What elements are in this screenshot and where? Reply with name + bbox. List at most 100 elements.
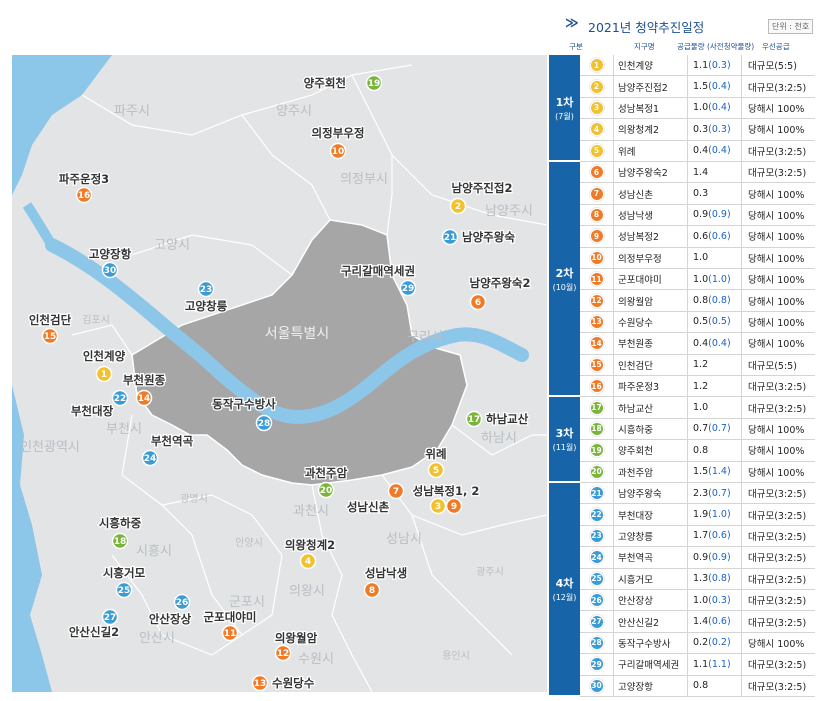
supply-qty: 0.7 (693, 423, 709, 435)
paren-close: ) (726, 102, 731, 114)
row-number-cell: 21 (580, 483, 614, 504)
district-name: 과천주암 (614, 461, 688, 482)
city-label-gimpo: 김포시 (82, 314, 110, 326)
marker-number: 30 (104, 266, 117, 276)
number-badge: 2 (589, 79, 604, 94)
marker-label: 고양장항 (89, 247, 132, 261)
table-row: 29 구리갈매역세권 1.1(1.1) 대규모(3:2:5) (580, 654, 815, 676)
pre-sale-qty: 1.0 (711, 509, 727, 521)
marker-label: 인천검단 (29, 313, 72, 327)
priority-cell: 대규모(3:2:5) (748, 553, 807, 565)
supply-cell: 1.9(1.0) (688, 504, 742, 525)
paren-close: ) (726, 530, 731, 542)
district-name: 군포대야미 (614, 269, 688, 290)
supply-cell: 1.3(0.8) (688, 568, 742, 589)
pre-sale-qty: 0.3 (711, 59, 727, 71)
paren-close: ) (726, 658, 731, 670)
table-row: 22 부천대장 1.9(1.0) 대규모(3:2:5) (580, 504, 815, 526)
row-number-cell: 6 (580, 162, 614, 183)
paren-close: ) (726, 81, 731, 93)
district-name: 부천역곡 (614, 547, 688, 568)
pre-sale-qty: 0.6 (711, 230, 727, 242)
paren-close: ) (726, 209, 731, 221)
city-label-uijeongbu: 의정부시 (340, 172, 388, 187)
paren-close: ) (726, 637, 731, 649)
table-row: 5 위례 0.4(0.4) 대규모(3:2:5) (580, 140, 815, 162)
district-name: 양주회천 (614, 440, 688, 461)
row-number-cell: 7 (580, 183, 614, 204)
number-badge: 19 (589, 443, 604, 458)
priority-cell: 당해시 100% (748, 103, 805, 115)
number-badge: 8 (589, 207, 604, 222)
supply-qty: 2.3 (693, 487, 709, 499)
row-number-cell: 27 (580, 611, 614, 632)
marker-17: 17 하남교산 (465, 410, 530, 428)
table-row: 8 성남낙생 0.9(0.9) 당해시 100% (580, 204, 815, 227)
paren-close: ) (726, 145, 731, 157)
marker-number: 13 (254, 679, 267, 689)
city-label-gwangju: 광주시 (476, 566, 504, 578)
row-number-cell: 19 (580, 440, 614, 461)
marker-number: 6 (475, 298, 481, 308)
table-row: 2 남양주진접2 1.5(0.4) 대규모(3:2:5) (580, 76, 815, 98)
number-badge: 12 (589, 293, 604, 308)
paren-close: ) (726, 295, 731, 307)
round-month: (10월) (552, 282, 577, 292)
number-badge: 1 (589, 58, 604, 73)
row-number-cell: 13 (580, 311, 614, 333)
marker-number: 10 (332, 147, 345, 157)
marker-number: 2 (455, 202, 461, 212)
district-name: 남양주왕숙 (614, 483, 688, 504)
priority-cell: 대규모(3:2:5) (748, 617, 807, 629)
supply-cell: 1.4 (688, 162, 742, 183)
marker-number: 25 (118, 586, 131, 596)
pre-sale-qty: 0.9 (711, 209, 727, 221)
district-name: 안산장상 (614, 590, 688, 611)
priority-cell: 당해시 100% (748, 424, 805, 436)
priority-cell: 대규모(3:2:5) (748, 510, 807, 522)
marker-label: 파주운정3 (59, 172, 109, 186)
supply-qty: 1.0 (693, 252, 709, 264)
city-label-ansan: 안산시 (139, 631, 175, 646)
marker-number: 7 (393, 487, 399, 497)
marker-label: 과천주암 (305, 466, 348, 480)
supply-qty: 0.6 (693, 230, 709, 242)
district-name: 고양창릉 (614, 525, 688, 547)
unit-label: 단위 : 천호 (768, 19, 814, 34)
number-badge: 6 (589, 165, 604, 180)
table-column-headers: 구분 지구명 공급물량 (사전청약물량) 우선공급 (549, 38, 815, 55)
paren-close: ) (726, 337, 731, 349)
supply-qty: 0.8 (693, 680, 709, 692)
supply-cell: 0.4(0.4) (688, 333, 742, 354)
round-label: 1차 (555, 95, 574, 109)
supply-cell: 0.3(0.3) (688, 119, 742, 140)
supply-cell: 1.7(0.6) (688, 525, 742, 547)
district-name: 성남신촌 (614, 183, 688, 204)
marker-label: 성남낙생 (365, 566, 407, 580)
marker-label: 부천대장 (71, 404, 114, 418)
row-number-cell: 25 (580, 568, 614, 589)
supply-qty: 1.1 (693, 658, 709, 670)
round-month: (12월) (552, 593, 577, 602)
col-header-round: 구분 (569, 42, 583, 51)
table-row: 30 고양장항 0.8 대규모(3:2:5) (580, 675, 815, 697)
table-row: 16 파주운정3 1.2 대규모(3:2:5) (580, 376, 815, 398)
round-group-2: 2차 (10월) (549, 162, 580, 398)
col-header-supply: 공급물량 (사전청약물량) (677, 42, 755, 51)
city-label-seoul: 서울특별시 (265, 326, 329, 342)
round-month: (7월) (555, 111, 574, 121)
pre-sale-qty: 1.4 (711, 466, 727, 478)
priority-cell: 당해시 100% (748, 210, 805, 222)
table-row: 7 성남신촌 0.3 당해시 100% (580, 183, 815, 205)
row-number-cell: 15 (580, 354, 614, 375)
priority-cell: 당해시 100% (748, 339, 805, 351)
number-badge: 30 (589, 678, 604, 693)
row-number-cell: 23 (580, 525, 614, 547)
marker-label: 의왕월암 (275, 631, 318, 645)
city-label-paju: 파주시 (114, 104, 150, 119)
pre-sale-qty: 0.7 (711, 487, 727, 499)
district-name: 성남복정2 (614, 226, 688, 247)
supply-qty: 0.8 (693, 444, 709, 456)
supply-qty: 1.0 (693, 102, 709, 114)
table-row: 23 고양창릉 1.7(0.6) 대규모(3:2:5) (580, 525, 815, 548)
